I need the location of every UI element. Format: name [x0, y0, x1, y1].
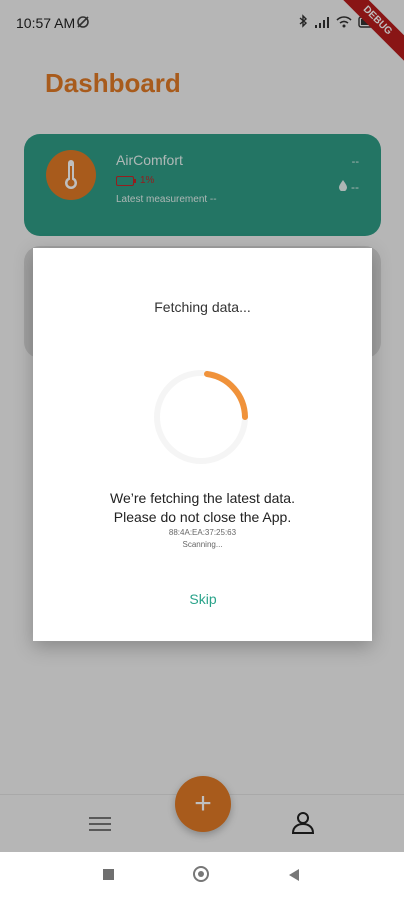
home-icon[interactable]: [193, 866, 209, 882]
fetching-dialog: Fetching data... We’re fetching the late…: [33, 248, 372, 641]
scan-status: Scanning...: [182, 540, 223, 549]
back-icon[interactable]: [289, 869, 299, 881]
dialog-message-line-1: We’re fetching the latest data.: [110, 490, 295, 506]
recent-apps-icon[interactable]: [103, 869, 114, 880]
dialog-title: Fetching data...: [154, 299, 251, 315]
device-mac: 88:4A:EA:37:25:63: [168, 528, 237, 537]
system-nav-bar: [0, 852, 404, 900]
dialog-message: We’re fetching the latest data. Please d…: [33, 489, 372, 527]
dialog-message-line-2: Please do not close the App.: [113, 509, 292, 525]
loading-spinner: [151, 367, 251, 467]
skip-button[interactable]: Skip: [173, 588, 233, 610]
